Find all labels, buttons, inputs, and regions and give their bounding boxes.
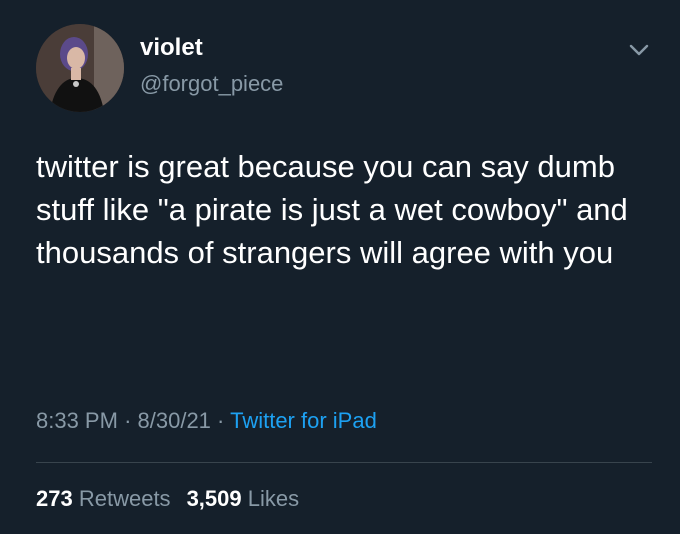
tweet-date[interactable]: 8/30/21: [138, 408, 211, 433]
likes-count: 3,509: [186, 486, 242, 511]
avatar-image: [36, 24, 124, 112]
likes-label: Likes: [247, 486, 300, 511]
tweet-time[interactable]: 8:33 PM: [36, 408, 118, 433]
meta-separator: ·: [217, 408, 225, 433]
chevron-down-icon[interactable]: [626, 40, 652, 60]
retweets-label: Retweets: [78, 486, 171, 511]
likes-stat[interactable]: 3,509 Likes: [187, 486, 300, 511]
avatar[interactable]: [36, 24, 124, 112]
tweet-meta: 8:33 PM · 8/30/21 · Twitter for iPad: [36, 410, 377, 432]
user-handle[interactable]: @forgot_piece: [140, 73, 283, 95]
retweets-count: 273: [36, 486, 73, 511]
divider: [36, 462, 652, 463]
tweet-stats: 273 Retweets 3,509 Likes: [36, 488, 299, 510]
meta-separator: ·: [124, 408, 132, 433]
tweet-card: violet @forgot_piece twitter is great be…: [0, 0, 680, 534]
tweet-text: twitter is great because you can say dum…: [36, 149, 628, 270]
retweets-stat[interactable]: 273 Retweets: [36, 486, 171, 511]
display-name[interactable]: violet: [140, 36, 203, 60]
tweet-source[interactable]: Twitter for iPad: [230, 408, 377, 433]
